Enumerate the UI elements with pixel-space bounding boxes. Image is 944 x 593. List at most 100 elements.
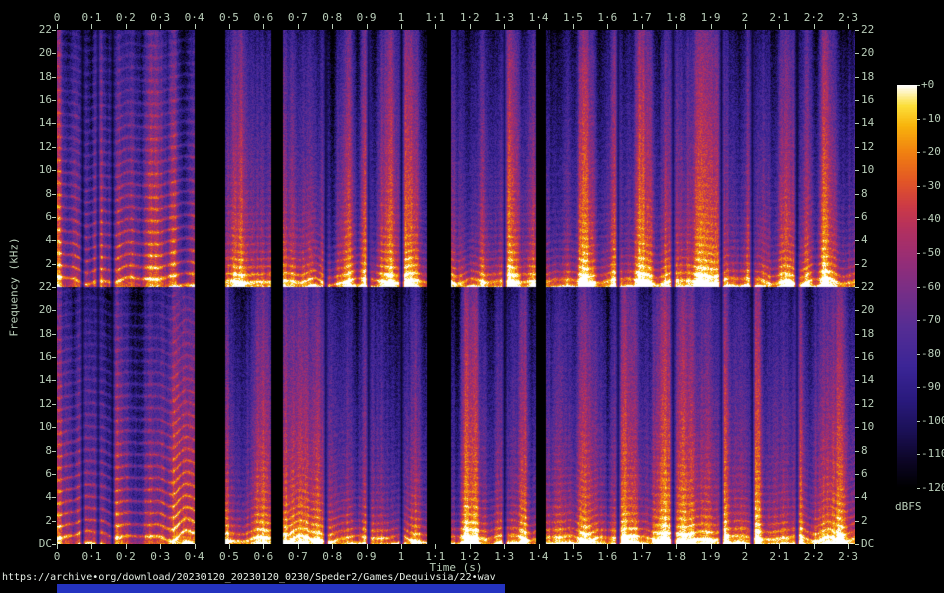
freq-tick-label: 4 [18, 490, 52, 503]
time-tick-label: 1·7 [625, 11, 659, 24]
dbfs-tick [917, 152, 920, 153]
freq-tick [855, 334, 859, 335]
freq-tick-label: 22 [18, 23, 52, 36]
time-tick-label: 0·6 [246, 11, 280, 24]
time-tick [229, 24, 230, 29]
time-tick [401, 24, 402, 29]
time-tick-label: 0·4 [178, 11, 212, 24]
time-tick [642, 544, 643, 549]
freq-tick-label: 8 [861, 187, 895, 200]
freq-tick-label: 8 [18, 187, 52, 200]
freq-tick-label: 8 [18, 444, 52, 457]
freq-tick-label: 20 [18, 303, 52, 316]
time-tick [91, 544, 92, 549]
time-tick [504, 24, 505, 29]
freq-tick-label: 12 [861, 397, 895, 410]
freq-tick [52, 497, 56, 498]
time-tick-label: 1·8 [659, 11, 693, 24]
freq-tick-label: 10 [18, 420, 52, 433]
freq-tick-label: 18 [18, 327, 52, 340]
time-tick-label: 0·3 [143, 11, 177, 24]
dbfs-tick [917, 320, 920, 321]
freq-tick-label: 22 [18, 280, 52, 293]
freq-tick-label: 22 [861, 23, 895, 36]
freq-tick-label: 16 [18, 350, 52, 363]
time-tick [745, 544, 746, 549]
dbfs-tick [917, 387, 920, 388]
time-tick [126, 544, 127, 549]
freq-tick [52, 380, 56, 381]
freq-tick-label: 2 [18, 514, 52, 527]
time-tick [435, 24, 436, 29]
spectrogram-canvas [57, 30, 855, 544]
dbfs-tick-label: -60 [921, 280, 944, 293]
time-tick-label: 2·2 [797, 550, 831, 563]
time-tick-label: 0·1 [74, 11, 108, 24]
time-tick-label: 0·6 [246, 550, 280, 563]
time-tick-label: 2·1 [762, 11, 796, 24]
dbfs-tick [917, 354, 920, 355]
freq-tick-label: 4 [861, 233, 895, 246]
freq-tick [855, 357, 859, 358]
time-tick [573, 544, 574, 549]
freq-tick-label: 16 [861, 93, 895, 106]
time-tick [160, 24, 161, 29]
time-tick [401, 544, 402, 549]
freq-tick [855, 53, 859, 54]
time-tick-label: 0·7 [281, 550, 315, 563]
dbfs-tick [917, 454, 920, 455]
spectrogram-window: 00·10·20·30·40·50·60·70·80·911·11·21·31·… [0, 0, 944, 593]
time-tick-label: 2 [728, 550, 762, 563]
freq-tick-label: 2 [861, 514, 895, 527]
freq-tick [855, 217, 859, 218]
freq-tick [855, 521, 859, 522]
time-tick-label: 2·3 [831, 11, 865, 24]
dbfs-tick-label: -110 [921, 447, 944, 460]
dbfs-tick [917, 219, 920, 220]
freq-tick-label: 10 [18, 163, 52, 176]
time-tick [195, 24, 196, 29]
file-url-text[interactable]: https://archive•org/download/20230120_20… [2, 572, 496, 583]
time-tick-label: 1·2 [453, 11, 487, 24]
freq-tick [855, 170, 859, 171]
freq-tick-label: 6 [861, 467, 895, 480]
freq-tick [855, 287, 859, 288]
time-tick-label: 1·8 [659, 550, 693, 563]
time-tick-label: 0·8 [315, 550, 349, 563]
time-tick [573, 24, 574, 29]
time-tick [676, 544, 677, 549]
dbfs-tick-label: -40 [921, 212, 944, 225]
freq-tick [855, 264, 859, 265]
time-tick-label: 1·7 [625, 550, 659, 563]
freq-tick [855, 147, 859, 148]
time-tick-label: 0·5 [212, 11, 246, 24]
freq-tick [855, 380, 859, 381]
dbfs-tick [917, 488, 920, 489]
freq-tick-label: 14 [861, 373, 895, 386]
time-tick [711, 544, 712, 549]
freq-tick-label: 16 [18, 93, 52, 106]
freq-tick [855, 451, 859, 452]
freq-tick-label: 4 [861, 490, 895, 503]
freq-tick-label: 12 [861, 140, 895, 153]
freq-tick-label: 18 [861, 327, 895, 340]
time-tick-label: 2·1 [762, 550, 796, 563]
time-tick-label: 2·3 [831, 550, 865, 563]
time-tick [470, 24, 471, 29]
dbfs-tick-label: -10 [921, 112, 944, 125]
time-tick [814, 544, 815, 549]
dbfs-tick-label: -70 [921, 313, 944, 326]
freq-tick [855, 427, 859, 428]
freq-tick-label: 2 [18, 257, 52, 270]
time-tick [195, 544, 196, 549]
dbfs-tick [917, 186, 920, 187]
time-tick-label: 1·6 [590, 11, 624, 24]
time-tick [435, 544, 436, 549]
time-tick-label: 1·6 [590, 550, 624, 563]
time-tick [607, 24, 608, 29]
time-tick [367, 544, 368, 549]
time-tick [814, 24, 815, 29]
time-tick [470, 544, 471, 549]
time-tick [848, 544, 849, 549]
dbfs-tick [917, 85, 920, 86]
